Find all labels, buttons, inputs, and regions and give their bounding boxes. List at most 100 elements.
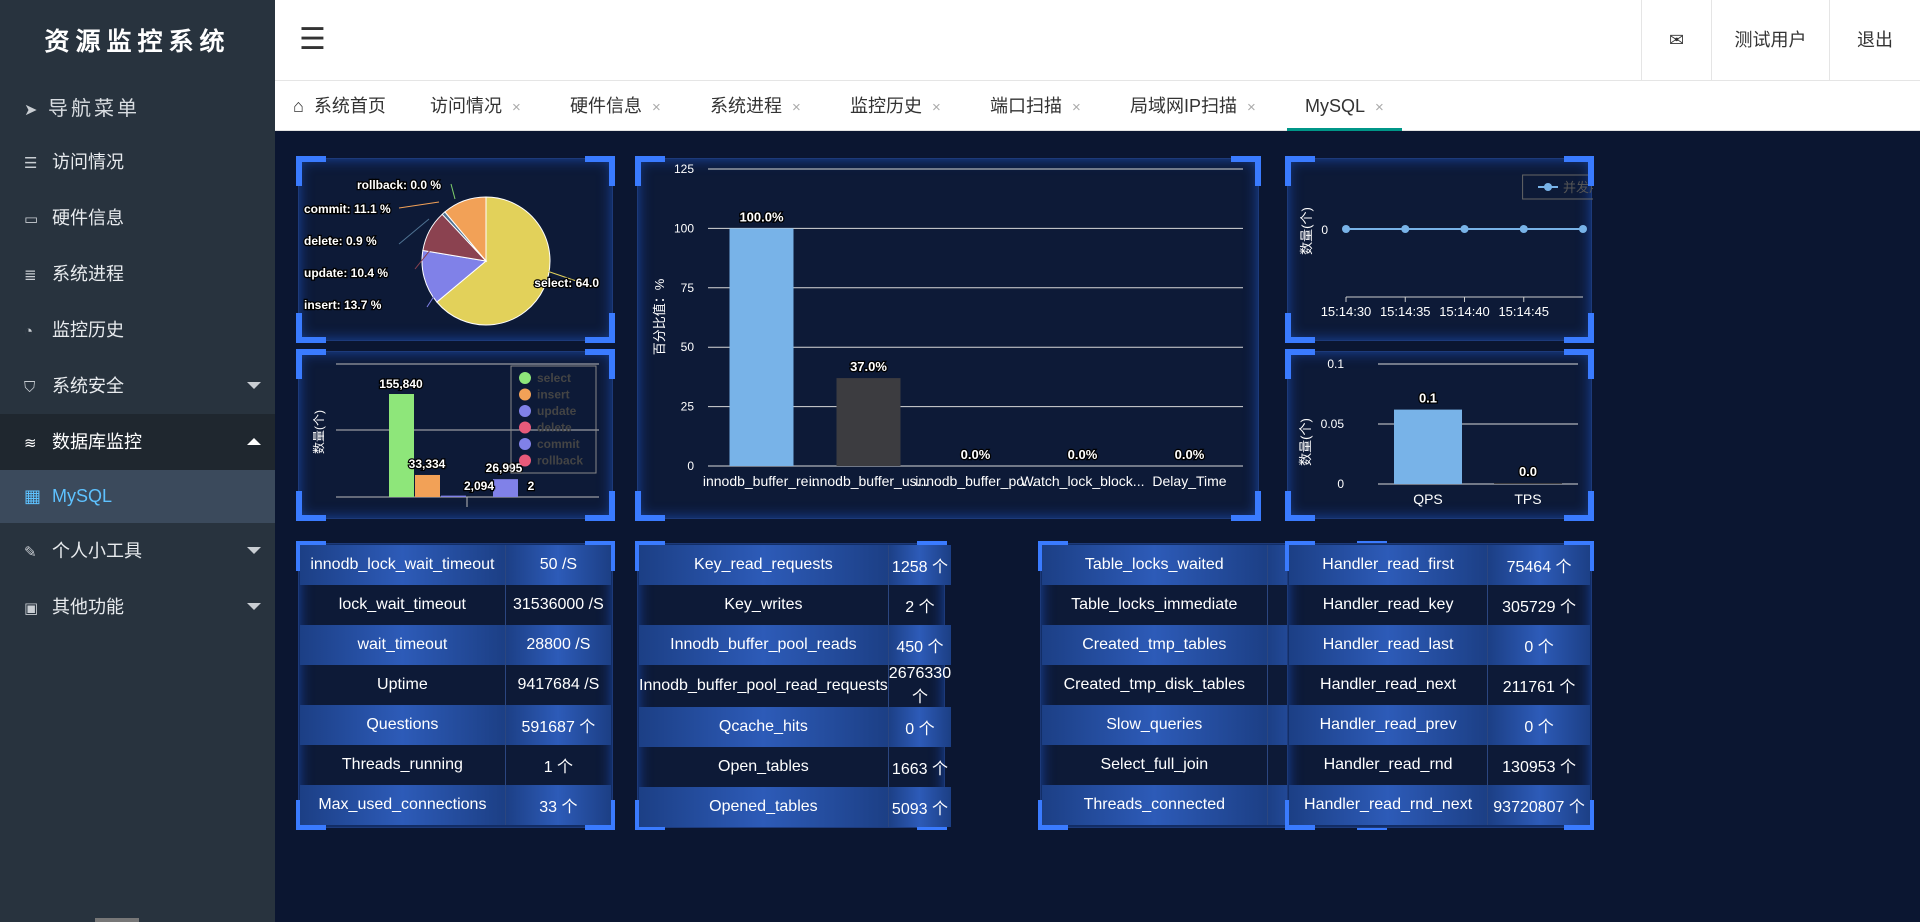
panel-corner	[1285, 313, 1315, 343]
tab-lan-ip-scan[interactable]: 局域网IP扫描 ×	[1130, 81, 1256, 131]
y-axis-label: 数量(个)	[311, 410, 326, 454]
tab-hardware[interactable]: 硬件信息 ×	[570, 81, 661, 131]
panel-corner	[296, 313, 326, 343]
pie-label-line	[398, 201, 440, 209]
panel-corner	[1285, 491, 1315, 521]
y-tick-label: 75	[681, 281, 695, 295]
count-bar-value-label: 2,094	[464, 479, 494, 493]
panel-corner	[1564, 491, 1594, 521]
percent-bar-chart-panel: 0 25 50 75 100 125 百分比值：% 100.0% innodb_buffer_r…	[635, 156, 1261, 521]
series-point	[1401, 225, 1410, 233]
metric-value: 305729 个	[1502, 599, 1576, 616]
tab-mysql[interactable]: MySQL ×	[1287, 81, 1402, 131]
table-row: Max_used_connections 33 个	[300, 785, 611, 825]
panel-corner	[585, 491, 615, 521]
x-tick-label: 15:14:40	[1439, 304, 1490, 319]
count-bar-value-label: 33,334	[409, 457, 446, 471]
y-axis-label: 百分比值：%	[652, 278, 667, 355]
x-tick-label: QPS	[1413, 491, 1443, 507]
tab-port-scan[interactable]: 端口扫描 ×	[990, 81, 1081, 131]
close-icon[interactable]: ×	[1072, 99, 1081, 116]
tab-access[interactable]: 访问情况 ×	[430, 81, 521, 131]
mail-button[interactable]: ✉	[1641, 0, 1711, 81]
close-icon[interactable]: ×	[652, 99, 661, 116]
concurrent-users-chart-panel: 数量(个) 0 15:14:30 15:14:35 15:14:40 15:14:45 并发…	[1285, 156, 1642, 343]
close-icon[interactable]: ×	[512, 99, 521, 116]
sidebar-item-hardware[interactable]: ▭ 硬件信息	[0, 190, 275, 246]
metric-value: 31536000 /S	[513, 596, 604, 613]
x-tick-label: 15:14:45	[1498, 304, 1549, 319]
metric-value: 1663 个	[891, 761, 948, 778]
metric-value: 1 个	[543, 759, 574, 776]
close-icon[interactable]: ×	[932, 99, 941, 116]
table-row: Handler_read_last 0 个	[1289, 625, 1590, 665]
percent-bar-1	[836, 378, 901, 466]
sliders-icon: ☰	[24, 155, 38, 172]
sidebar-item-access[interactable]: ☰ 访问情况	[0, 134, 275, 190]
metric-value: 211761 个	[1502, 679, 1576, 696]
metric-name: Handler_read_first	[1289, 545, 1489, 585]
x-tick-label: TPS	[1514, 491, 1541, 507]
table-row: wait_timeout 28800 /S	[300, 625, 611, 665]
qps-tps-bar-chart: 数量(个) 0 0.05 0.1 0.1 QPS 0.0 TPS	[1298, 357, 1578, 507]
percent-bar-value-label: 100.0%	[739, 209, 784, 224]
chevron-down-icon	[247, 382, 261, 389]
metric-name: Innodb_buffer_pool_read_requests	[639, 665, 889, 707]
metric-value: 9417684 /S	[517, 676, 600, 693]
nav-header-label: 导航菜单	[48, 98, 140, 120]
pie-slice-label: rollback: 0.0 %	[357, 178, 441, 192]
table-row: Innodb_buffer_pool_reads 450 个	[639, 625, 952, 665]
y-tick-label: 0.05	[1321, 417, 1345, 431]
sidebar-item-database[interactable]: ≋ 数据库监控	[0, 414, 275, 470]
tab-home[interactable]: ⌂ 系统首页	[293, 81, 386, 131]
tab-label: 系统进程	[710, 96, 782, 116]
briefcase-icon: ▣	[24, 600, 39, 617]
x-tick-label: innodb_buffer_us...	[809, 473, 929, 489]
nav-header: ➤ 导航菜单	[0, 84, 275, 134]
close-icon[interactable]: ×	[1375, 99, 1384, 116]
count-bar-3	[493, 479, 518, 497]
horizontal-scrollbar[interactable]	[95, 918, 139, 922]
dashboard-content: select: 64.0 insert: 13.7 % update: 10.4 %…	[275, 131, 1920, 922]
legend-marker-insert	[519, 388, 531, 401]
y-tick-label: 0.1	[1327, 357, 1344, 371]
qps-tps-bar-1	[1494, 483, 1562, 484]
metrics-table: innodb_lock_wait_timeout 50 /S lock_wait_t…	[300, 545, 611, 825]
sidebar-item-processes[interactable]: ≣ 系统进程	[0, 246, 275, 302]
hamburger-menu-icon[interactable]: ☰	[299, 22, 326, 57]
count-bar-value-label: 155,840	[379, 377, 423, 391]
metric-value: 50 /S	[505, 545, 611, 585]
sidebar-subitem-mysql[interactable]: ▦ MySQL	[0, 470, 275, 523]
home-icon: ⌂	[293, 96, 304, 116]
metric-name: Key_read_requests	[639, 545, 889, 585]
logout-button[interactable]: 退出	[1829, 0, 1920, 81]
metric-name: Open_tables	[639, 747, 889, 787]
close-icon[interactable]: ×	[1247, 99, 1256, 116]
user-menu[interactable]: 测试用户	[1711, 0, 1829, 81]
qps-tps-bar-0	[1394, 409, 1462, 484]
table-row: Opened_tables 5093 个	[639, 787, 952, 827]
sidebar-item-tools[interactable]: ✎ 个人小工具	[0, 523, 275, 579]
panel-corner	[1285, 156, 1315, 186]
table-row: Handler_read_rnd_next 93720807 个	[1289, 785, 1590, 825]
sidebar-item-security[interactable]: ⛉ 系统安全	[0, 358, 275, 414]
metric-value: 2 个	[905, 599, 935, 616]
close-icon[interactable]: ×	[792, 99, 801, 116]
table-row: Questions 591687 个	[300, 705, 611, 745]
tab-processes[interactable]: 系统进程 ×	[710, 81, 801, 131]
sidebar-item-history[interactable]: ◔ 监控历史	[0, 302, 275, 358]
table-row: Qcache_hits 0 个	[639, 707, 952, 747]
x-tick-label: innodb_buffer_po...	[915, 473, 1035, 489]
sidebar-item-label: 硬件信息	[52, 208, 124, 228]
tab-history[interactable]: 监控历史 ×	[850, 81, 941, 131]
user-name: 测试用户	[1734, 30, 1807, 50]
sidebar-item-other[interactable]: ▣ 其他功能	[0, 579, 275, 635]
metric-name: Select_full_join	[1042, 745, 1268, 785]
percent-bar-value-label: 0.0%	[1175, 447, 1205, 462]
metric-value: 0 个	[1487, 625, 1590, 665]
metric-name: innodb_lock_wait_timeout	[300, 545, 506, 585]
y-axis-label: 数量(个)	[1298, 418, 1313, 466]
metric-name: Created_tmp_tables	[1042, 625, 1268, 665]
panel-corner	[1564, 313, 1594, 343]
qps-tps-value-label: 0.1	[1419, 391, 1437, 406]
